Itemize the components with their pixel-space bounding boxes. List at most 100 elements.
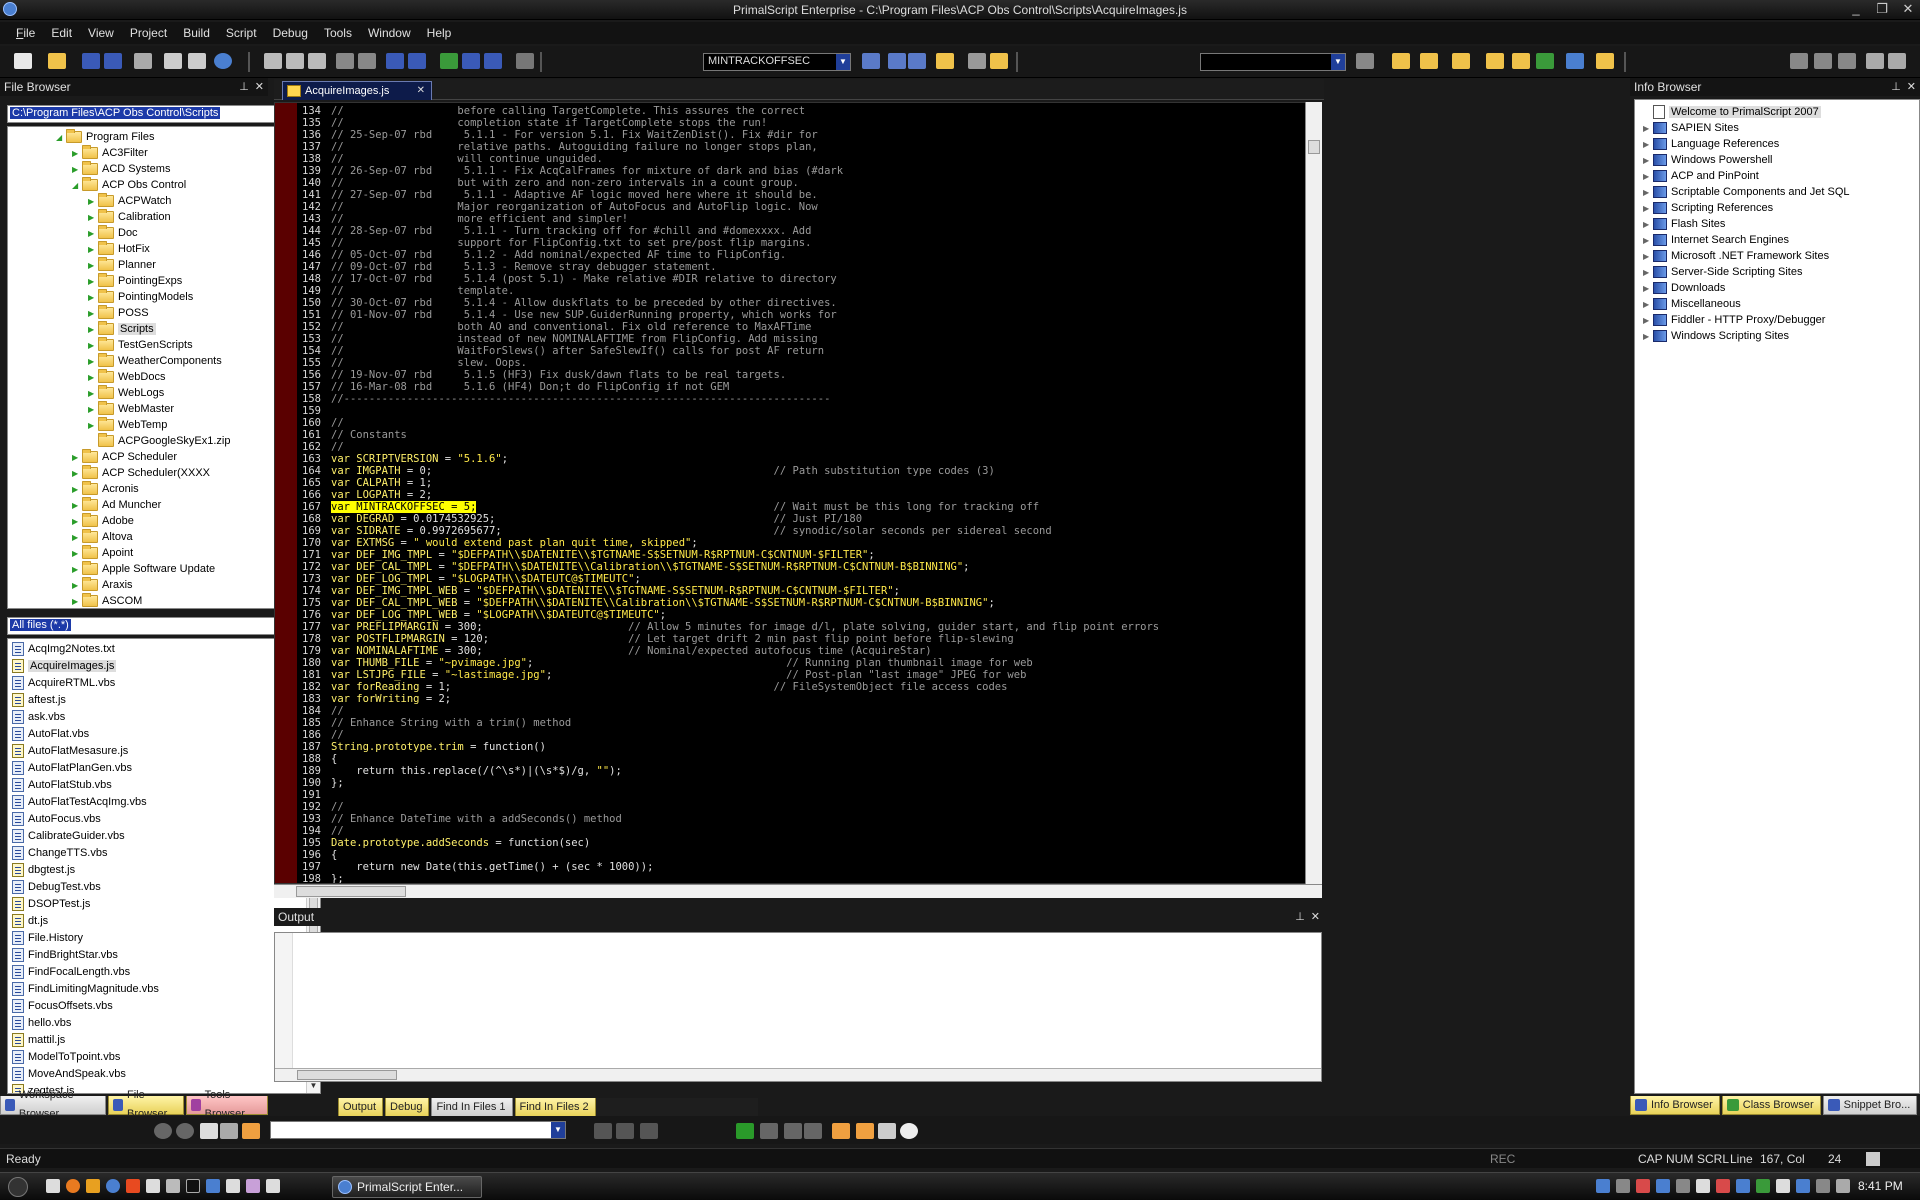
close-window-button[interactable]: ✕: [1900, 1, 1916, 17]
pin-icon[interactable]: ⊥: [1295, 908, 1305, 926]
zoom-icon[interactable]: [1888, 53, 1906, 69]
output-text-area[interactable]: [274, 932, 1322, 1082]
code-line[interactable]: 148 // 17-Oct-07 rbd 5.1.4 (post 5.1) - M…: [297, 273, 1305, 285]
tab-workspace-browser[interactable]: Workspace Browser: [0, 1089, 107, 1120]
expand-icon[interactable]: ▶: [88, 405, 98, 414]
expand-icon[interactable]: ▶: [88, 421, 98, 430]
start-icon[interactable]: [8, 1177, 28, 1197]
file-item[interactable]: FindBrightStar.vbs: [12, 946, 118, 963]
tray-icon[interactable]: [1596, 1179, 1610, 1193]
code-line[interactable]: 134 // before calling TargetComplete. Thi…: [297, 105, 1305, 117]
tab-debug[interactable]: Debug: [385, 1098, 430, 1117]
code-line[interactable]: 172 var DEF_CAL_TMPL = "$DEFPATH\\$DATENI…: [297, 561, 1305, 573]
save-all-icon[interactable]: [104, 53, 122, 69]
uncomment-icon[interactable]: [462, 53, 480, 69]
expand-icon[interactable]: ▶: [72, 165, 82, 174]
chevron-down-icon[interactable]: ▼: [551, 1122, 565, 1138]
code-line[interactable]: 142 // Major reorganization of AutoFocus …: [297, 201, 1305, 213]
menu-edit[interactable]: Edit: [43, 22, 80, 44]
goto-icon[interactable]: [968, 53, 986, 69]
menu-file[interactable]: File: [8, 22, 43, 44]
bluetooth-icon[interactable]: [1796, 1179, 1810, 1193]
info-browser-item[interactable]: ▶ Internet Search Engines: [1643, 232, 1789, 248]
script-packager-icon[interactable]: [1512, 53, 1530, 69]
tree-item[interactable]: ACPGoogleSkyEx1.zip: [88, 433, 231, 449]
show-desktop-icon[interactable]: [46, 1179, 60, 1193]
code-line[interactable]: 158 //-----------------------------------…: [297, 393, 1305, 405]
help-icon[interactable]: [214, 53, 232, 69]
clipboard-icon[interactable]: [1596, 53, 1614, 69]
tree-item[interactable]: ▶ Araxis: [72, 577, 133, 593]
rebuild-icon[interactable]: [1420, 53, 1438, 69]
breakpoint-gutter[interactable]: [275, 103, 297, 883]
minimize-button[interactable]: _: [1848, 1, 1864, 17]
tray-icon[interactable]: [1696, 1179, 1710, 1193]
window-list-icon[interactable]: [1838, 53, 1856, 69]
tab-info-browser[interactable]: Info Browser: [1630, 1096, 1720, 1115]
expand-icon[interactable]: ▶: [1643, 268, 1653, 277]
code-line[interactable]: 186 //: [297, 729, 1305, 741]
tab-find-in-files-2[interactable]: Find In Files 2: [514, 1098, 596, 1117]
tree-item[interactable]: ▶ HotFix: [88, 241, 150, 257]
close-icon[interactable]: ✕: [417, 82, 425, 100]
code-line[interactable]: 178 var POSTFLIPMARGIN = 120; // Let targ…: [297, 633, 1305, 645]
expand-icon[interactable]: ▶: [88, 245, 98, 254]
file-item[interactable]: FindLimitingMagnitude.vbs: [12, 980, 159, 997]
app-icon[interactable]: [226, 1179, 240, 1193]
tab-snippet-browser[interactable]: Snippet Bro...: [1822, 1096, 1918, 1115]
info-browser-item[interactable]: ▶ Flash Sites: [1643, 216, 1725, 232]
file-item[interactable]: hello.vbs: [12, 1014, 71, 1031]
code-line[interactable]: 147 // 09-Oct-07 rbd 5.1.3 - Remove stray…: [297, 261, 1305, 273]
tree-item[interactable]: ▶ Ad Muncher: [72, 497, 161, 513]
code-line[interactable]: 194 //: [297, 825, 1305, 837]
file-item[interactable]: dbgtest.js: [12, 861, 75, 878]
tree-item[interactable]: ▶ AC3Filter: [72, 145, 148, 161]
tree-item[interactable]: ▶ PointingModels: [88, 289, 193, 305]
code-line[interactable]: 182 var forReading = 1; // FileSystemObje…: [297, 681, 1305, 693]
close-icon[interactable]: ✕: [1311, 908, 1320, 926]
expand-icon[interactable]: ▶: [1643, 284, 1653, 293]
code-line[interactable]: 183 var forWriting = 2;: [297, 693, 1305, 705]
step-into-icon[interactable]: [594, 1123, 612, 1139]
code-line[interactable]: 190};: [297, 777, 1305, 789]
code-line[interactable]: 166 var LOGPATH = 2;: [297, 489, 1305, 501]
stop-debug-icon[interactable]: [784, 1123, 802, 1139]
file-item[interactable]: DebugTest.vbs: [12, 878, 101, 895]
toggle-bookmark-icon[interactable]: [516, 53, 534, 69]
expand-icon[interactable]: ▶: [88, 213, 98, 222]
search-icon[interactable]: [1866, 53, 1884, 69]
file-item[interactable]: ChangeTTS.vbs: [12, 844, 107, 861]
expand-icon[interactable]: ▶: [88, 341, 98, 350]
code-line[interactable]: 192 //: [297, 801, 1305, 813]
file-item[interactable]: FindFocalLength.vbs: [12, 963, 130, 980]
tree-item[interactable]: ▶ WeatherComponents: [88, 353, 222, 369]
app-icon[interactable]: [206, 1179, 220, 1193]
menu-build[interactable]: Build: [175, 22, 218, 44]
watch-icon[interactable]: [856, 1123, 874, 1139]
search-options-icon[interactable]: [1356, 53, 1374, 69]
file-item[interactable]: AcquireRTML.vbs: [12, 674, 115, 691]
expand-icon[interactable]: ▶: [1643, 252, 1653, 261]
file-item[interactable]: AutoFlatMesasure.js: [12, 742, 128, 759]
code-line[interactable]: 159: [297, 405, 1305, 417]
code-line[interactable]: 152 // both AO and conventional. Fix old …: [297, 321, 1305, 333]
info-browser-item[interactable]: ▶ Microsoft .NET Framework Sites: [1643, 248, 1829, 264]
file-item[interactable]: aftest.js: [12, 691, 66, 708]
chevron-down-icon[interactable]: ▼: [1331, 54, 1345, 70]
menu-window[interactable]: Window: [360, 22, 419, 44]
save-icon[interactable]: [82, 53, 100, 69]
info-browser-item[interactable]: ▶ Downloads: [1643, 280, 1725, 296]
undo-icon[interactable]: [336, 53, 354, 69]
code-line[interactable]: 177 var PREFLIPMARGIN = 300; // Allow 5 m…: [297, 621, 1305, 633]
expand-icon[interactable]: ▶: [72, 533, 82, 542]
tree-item[interactable]: ▶ ACPWatch: [88, 193, 171, 209]
expand-icon[interactable]: ▶: [1643, 220, 1653, 229]
code-line[interactable]: 153 // instead of new NOMINALAFTIME from …: [297, 333, 1305, 345]
expand-icon[interactable]: ▶: [72, 549, 82, 558]
taskbar-button-primalscript[interactable]: PrimalScript Enter...: [332, 1176, 482, 1198]
code-line[interactable]: 180 var THUMB_FILE = "~pvimage.jpg"; // R…: [297, 657, 1305, 669]
code-line[interactable]: 164 var IMGPATH = 0; // Path substitution…: [297, 465, 1305, 477]
code-line[interactable]: 191: [297, 789, 1305, 801]
expand-icon[interactable]: ▶: [1643, 188, 1653, 197]
expand-icon[interactable]: ▶: [88, 325, 98, 334]
